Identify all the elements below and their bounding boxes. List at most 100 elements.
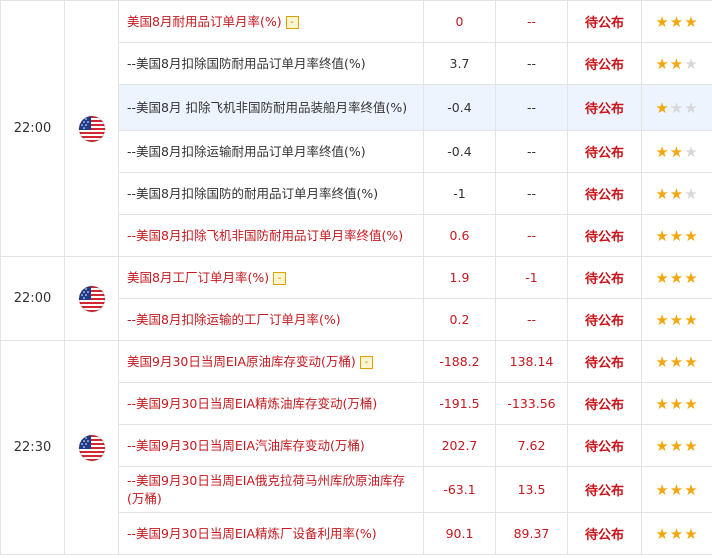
- star-icon: ★: [655, 524, 670, 543]
- status-badge: 待公布: [567, 256, 642, 299]
- table-row[interactable]: 22:00 美国8月工厂订单月率(%) -1.9 -1 待公布 ★★★: [0, 256, 712, 341]
- forecast-value: 89.37: [495, 512, 568, 555]
- event-name-cell[interactable]: --美国9月30日当周EIA精炼油库存变动(万桶): [118, 382, 424, 425]
- star-icon: ★: [684, 436, 699, 455]
- importance-rating: ★★★: [641, 424, 712, 467]
- event-name[interactable]: --美国9月30日当周EIA精炼油库存变动(万桶): [127, 396, 377, 411]
- importance-rating: ★★★: [641, 340, 712, 383]
- forecast-value: --: [495, 172, 568, 215]
- status-badge: 待公布: [567, 466, 642, 513]
- star-icon: ★: [655, 184, 670, 203]
- event-time: 22:00: [0, 0, 65, 257]
- star-icon: ★: [669, 184, 685, 203]
- star-icon: ★: [669, 12, 685, 31]
- forecast-value: --: [495, 0, 568, 43]
- event-name-cell[interactable]: --美国8月扣除运输的工厂订单月率(%): [118, 298, 424, 341]
- star-icon: ★: [684, 226, 699, 245]
- event-name[interactable]: --美国9月30日当周EIA精炼厂设备利用率(%): [127, 526, 377, 541]
- event-name[interactable]: --美国8月 扣除飞机非国防耐用品装船月率终值(%): [127, 100, 407, 115]
- importance-rating: ★★★: [641, 172, 712, 215]
- event-name-cell[interactable]: --美国8月扣除飞机非国防耐用品订单月率终值(%): [118, 214, 424, 257]
- star-icon: ★: [669, 310, 685, 329]
- event-name[interactable]: --美国8月扣除国防的耐用品订单月率终值(%): [127, 186, 378, 201]
- event-name[interactable]: 美国9月30日当周EIA原油库存变动(万桶): [127, 354, 356, 369]
- event-name-cell[interactable]: 美国9月30日当周EIA原油库存变动(万桶) -: [118, 340, 424, 383]
- event-name-cell[interactable]: 美国8月耐用品订单月率(%) -: [118, 0, 424, 43]
- forecast-value: -1: [495, 256, 568, 299]
- star-icon: ★: [669, 98, 685, 117]
- event-name[interactable]: --美国8月扣除运输耐用品订单月率终值(%): [127, 144, 366, 159]
- event-name-cell[interactable]: --美国8月扣除国防的耐用品订单月率终值(%): [118, 172, 424, 215]
- country-flag: [64, 340, 119, 555]
- event-name[interactable]: --美国8月扣除国防耐用品订单月率终值(%): [127, 56, 366, 71]
- event-name-cell[interactable]: 美国8月工厂订单月率(%) -: [118, 256, 424, 299]
- previous-value: 202.7: [423, 424, 496, 467]
- status-badge: 待公布: [567, 382, 642, 425]
- us-flag-icon: [78, 434, 105, 461]
- forecast-value: 138.14: [495, 340, 568, 383]
- forecast-value: --: [495, 84, 568, 131]
- star-icon: ★: [655, 54, 670, 73]
- event-name-cell[interactable]: --美国9月30日当周EIA俄克拉荷马州库欣原油库存(万桶): [118, 466, 424, 513]
- star-icon: ★: [655, 310, 670, 329]
- forecast-value: 13.5: [495, 466, 568, 513]
- star-icon: ★: [655, 480, 670, 499]
- importance-rating: ★★★: [641, 256, 712, 299]
- expand-toggle-button[interactable]: -: [359, 355, 373, 369]
- status-badge: 待公布: [567, 130, 642, 173]
- star-icon: ★: [684, 142, 699, 161]
- star-icon: ★: [669, 226, 685, 245]
- star-icon: ★: [684, 310, 699, 329]
- star-icon: ★: [669, 436, 685, 455]
- event-name-cell[interactable]: --美国8月扣除运输耐用品订单月率终值(%): [118, 130, 424, 173]
- event-name[interactable]: --美国9月30日当周EIA汽油库存变动(万桶): [127, 438, 365, 453]
- previous-value: -0.4: [423, 84, 496, 131]
- event-name-cell[interactable]: --美国9月30日当周EIA精炼厂设备利用率(%): [118, 512, 424, 555]
- event-time: 22:30: [0, 340, 65, 555]
- table-row[interactable]: 22:00 美国8月耐用品订单月率(%) -0 -- 待公布 ★★★: [0, 0, 712, 257]
- star-icon: ★: [684, 524, 699, 543]
- star-icon: ★: [684, 352, 699, 371]
- star-icon: ★: [655, 142, 670, 161]
- importance-rating: ★★★: [641, 298, 712, 341]
- expand-toggle-button[interactable]: -: [285, 15, 299, 29]
- previous-value: -0.4: [423, 130, 496, 173]
- event-name[interactable]: 美国8月耐用品订单月率(%): [127, 14, 282, 29]
- table-row[interactable]: 22:30 美国9月30日当周EIA原油库存变动(万桶) - -188.2 138.14…: [0, 340, 712, 555]
- country-flag: [64, 0, 119, 257]
- star-icon: ★: [684, 394, 699, 413]
- us-flag-icon: [78, 285, 105, 312]
- star-icon: ★: [684, 480, 699, 499]
- status-badge: 待公布: [567, 424, 642, 467]
- event-name-cell[interactable]: --美国8月扣除国防耐用品订单月率终值(%): [118, 42, 424, 85]
- economic-calendar-table: 22:00 美国8月耐用品订单月率(%) -0 -- 待公布 ★★★ --美国8月扣除国防耐…: [0, 0, 712, 555]
- forecast-value: --: [495, 130, 568, 173]
- previous-value: 0.6: [423, 214, 496, 257]
- event-name-cell[interactable]: --美国9月30日当周EIA汽油库存变动(万桶): [118, 424, 424, 467]
- star-icon: ★: [655, 226, 670, 245]
- star-icon: ★: [669, 480, 685, 499]
- star-icon: ★: [669, 524, 685, 543]
- event-name[interactable]: --美国9月30日当周EIA俄克拉荷马州库欣原油库存(万桶): [127, 473, 405, 506]
- importance-rating: ★★★: [641, 84, 712, 131]
- status-badge: 待公布: [567, 512, 642, 555]
- event-name-cell[interactable]: --美国8月 扣除飞机非国防耐用品装船月率终值(%): [118, 84, 424, 131]
- event-name[interactable]: 美国8月工厂订单月率(%): [127, 270, 269, 285]
- event-name[interactable]: --美国8月扣除运输的工厂订单月率(%): [127, 312, 341, 327]
- previous-value: 90.1: [423, 512, 496, 555]
- star-icon: ★: [655, 268, 670, 287]
- expand-toggle-button[interactable]: -: [273, 271, 287, 285]
- star-icon: ★: [669, 54, 685, 73]
- star-icon: ★: [669, 352, 685, 371]
- star-icon: ★: [655, 436, 670, 455]
- previous-value: 1.9: [423, 256, 496, 299]
- importance-rating: ★★★: [641, 214, 712, 257]
- previous-value: -191.5: [423, 382, 496, 425]
- event-name[interactable]: --美国8月扣除飞机非国防耐用品订单月率终值(%): [127, 228, 403, 243]
- status-badge: 待公布: [567, 84, 642, 131]
- star-icon: ★: [684, 54, 699, 73]
- importance-rating: ★★★: [641, 42, 712, 85]
- star-icon: ★: [655, 12, 670, 31]
- event-time: 22:00: [0, 256, 65, 341]
- status-badge: 待公布: [567, 340, 642, 383]
